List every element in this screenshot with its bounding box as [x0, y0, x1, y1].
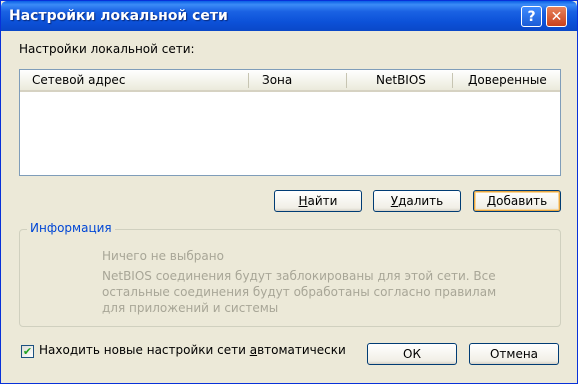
close-button[interactable]: ✕ [546, 6, 567, 27]
help-button[interactable]: ? [521, 6, 542, 27]
info-line: остальные соединения будут обработаны со… [102, 285, 497, 299]
delete-button[interactable]: Удалить [373, 190, 461, 212]
window-title: Настройки локальной сети [9, 8, 228, 24]
info-nothing-selected: Ничего не выбрано [102, 249, 224, 263]
cancel-button[interactable]: Отмена [469, 343, 559, 365]
column-header-zone[interactable]: Зона [262, 70, 292, 90]
auto-detect-accel: а [249, 343, 258, 357]
column-header-address[interactable]: Сетевой адрес [32, 70, 125, 90]
delete-accel: У [390, 194, 399, 208]
title-bar[interactable]: Настройки локальной сети ? ✕ [1, 1, 577, 31]
info-group-title: Информация [27, 221, 115, 235]
find-accel: Н [298, 194, 308, 208]
cancel-label: Отмена [489, 347, 539, 361]
list-header: Сетевой адрес Зона NetBIOS Доверенные [20, 70, 560, 92]
close-icon: ✕ [550, 8, 563, 25]
column-header-netbios[interactable]: NetBIOS [376, 70, 426, 90]
ok-label: ОК [403, 347, 421, 361]
checkmark-icon: ✔ [22, 345, 33, 358]
delete-label: далить [398, 194, 444, 208]
find-label: айти [307, 194, 338, 208]
find-button[interactable]: Найти [274, 190, 362, 212]
auto-detect-label[interactable]: Находить новые настройки сети автоматиче… [39, 343, 346, 357]
section-label: Настройки локальной сети: [19, 42, 195, 56]
add-accel: Д [486, 194, 497, 208]
auto-detect-label-post: втоматически [257, 343, 346, 357]
column-header-trusted[interactable]: Доверенные [468, 70, 547, 90]
info-line: для приложений и системы [102, 301, 279, 315]
column-separator[interactable] [452, 73, 453, 88]
add-label: обавить [496, 194, 548, 208]
auto-detect-checkbox[interactable]: ✔ [21, 345, 34, 358]
network-list[interactable]: Сетевой адрес Зона NetBIOS Доверенные [19, 69, 561, 176]
dialog-window: Настройки локальной сети ? ✕ Настройки л… [0, 0, 578, 384]
add-button[interactable]: Добавить [473, 190, 561, 212]
help-icon: ? [527, 8, 536, 25]
auto-detect-label-pre: Находить новые настройки сети [39, 343, 250, 357]
ok-button[interactable]: ОК [367, 343, 457, 365]
column-separator[interactable] [346, 73, 347, 88]
column-separator[interactable] [248, 73, 249, 88]
info-line: NetBIOS соединения будут заблокированы д… [102, 269, 496, 283]
